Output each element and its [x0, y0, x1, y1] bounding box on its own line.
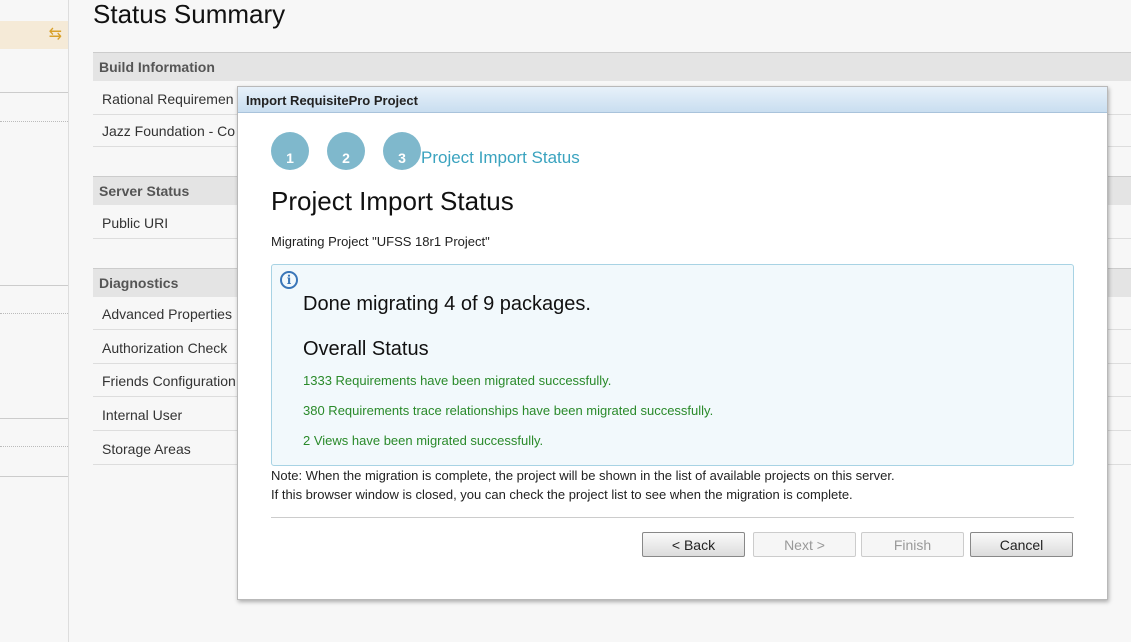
section-header: Build Information	[93, 52, 1131, 81]
current-step-label: Project Import Status	[421, 148, 580, 167]
main-content: Status Summary Build Information Rationa…	[93, 0, 1131, 465]
divider	[0, 285, 68, 286]
divider	[0, 313, 68, 314]
dialog-heading: Project Import Status	[271, 186, 514, 216]
divider	[271, 517, 1074, 518]
next-button[interactable]: Next >	[753, 532, 856, 557]
result-text: 380 Requirements trace relationships hav…	[303, 403, 714, 418]
divider	[0, 446, 68, 447]
divider	[0, 476, 68, 477]
note-text: If this browser window is closed, you ca…	[271, 487, 853, 502]
back-button[interactable]: < Back	[642, 532, 745, 557]
result-text: 1333 Requirements have been migrated suc…	[303, 373, 612, 388]
sidebar: ⇆	[0, 0, 69, 642]
note-text: Note: When the migration is complete, th…	[271, 468, 895, 483]
import-dialog: Import RequisitePro Project 1 2 3 Projec…	[237, 86, 1108, 600]
cancel-button[interactable]: Cancel	[970, 532, 1073, 557]
page-title: Status Summary	[93, 0, 286, 29]
refresh-icon: ⇆	[48, 26, 62, 43]
info-icon: i	[280, 271, 298, 289]
step-2: 2	[327, 132, 365, 170]
wizard-steps: 1 2 3 Project Import Status	[271, 132, 580, 170]
divider	[0, 418, 68, 419]
progress-text: Done migrating 4 of 9 packages.	[303, 293, 591, 315]
info-panel: i Done migrating 4 of 9 packages. Overal…	[271, 264, 1074, 466]
divider	[0, 92, 68, 93]
step-1: 1	[271, 132, 309, 170]
sidebar-item-active[interactable]: ⇆	[0, 21, 68, 49]
result-text: 2 Views have been migrated successfully.	[303, 433, 544, 448]
step-3: 3	[383, 132, 421, 170]
finish-button[interactable]: Finish	[861, 532, 964, 557]
overall-status-heading: Overall Status	[303, 338, 429, 360]
migrating-text: Migrating Project "UFSS 18r1 Project"	[271, 234, 490, 249]
dialog-title[interactable]: Import RequisitePro Project	[238, 87, 1107, 113]
divider	[0, 121, 68, 122]
